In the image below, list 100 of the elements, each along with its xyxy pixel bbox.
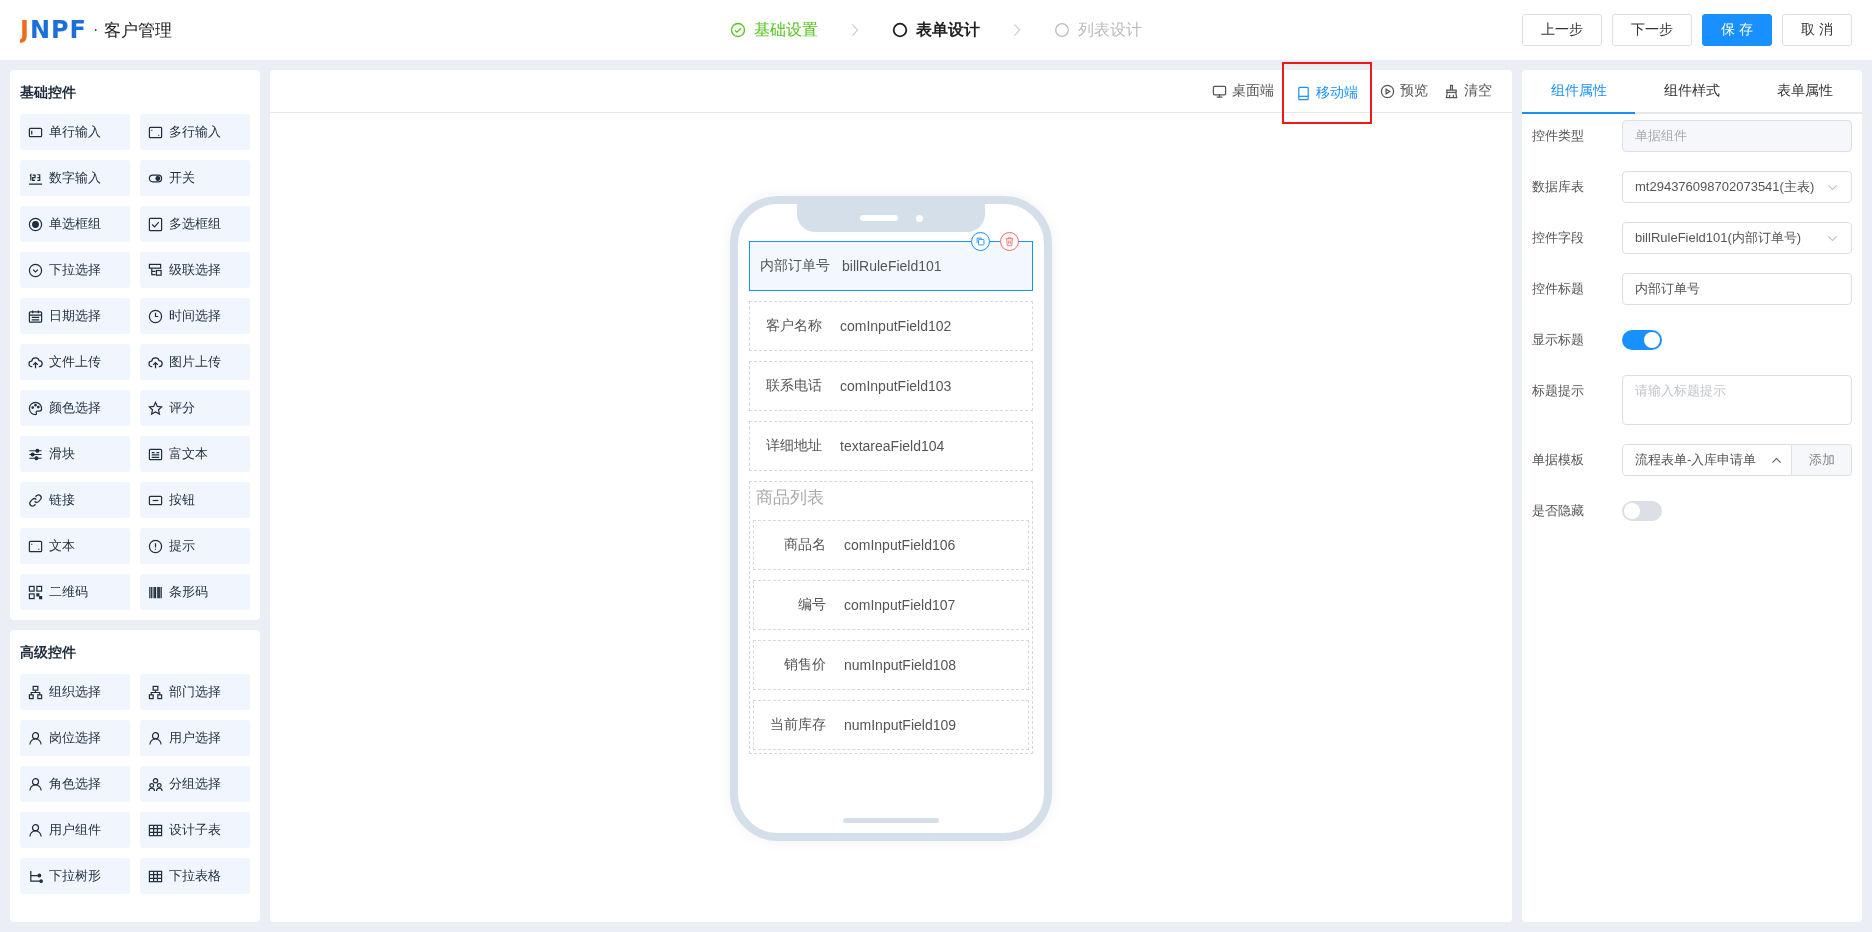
select-field[interactable]: mt294376098702073541(主表) xyxy=(1622,171,1852,203)
field-label: 显示标题 xyxy=(1532,331,1585,349)
panel-title: 高级控件 xyxy=(20,643,77,662)
select-field[interactable]: 流程表单-入库申请单 xyxy=(1622,444,1792,476)
alert-icon xyxy=(148,538,163,554)
widget-item[interactable]: 二维码 xyxy=(20,574,130,610)
broom-icon xyxy=(1444,83,1459,99)
field-name: billRuleField101 xyxy=(842,258,942,274)
palette-icon xyxy=(28,400,43,416)
barcode-icon xyxy=(148,584,163,600)
cloud-upload-icon xyxy=(148,354,163,370)
widget-item[interactable]: 条形码 xyxy=(140,574,250,610)
text-box-icon xyxy=(28,538,43,554)
link-icon xyxy=(28,492,43,508)
field-label: 是否隐藏 xyxy=(1532,502,1585,520)
toolbar-button[interactable]: 桌面端 xyxy=(1206,76,1280,106)
panel-tab[interactable]: 表单属性 xyxy=(1748,70,1862,114)
trash-icon xyxy=(1004,236,1015,247)
check-circle-icon xyxy=(730,22,746,38)
monitor-icon xyxy=(1212,83,1227,99)
header-button[interactable]: 上一步 xyxy=(1522,14,1603,46)
form-field[interactable]: 详细地址 textareaField104 xyxy=(749,421,1033,471)
calendar-icon xyxy=(28,308,43,324)
field-label: 当前库存 xyxy=(769,716,827,734)
widget-item[interactable]: 数字输入 xyxy=(20,160,130,196)
widget-item[interactable]: 级联选择 xyxy=(140,252,250,288)
widget-item[interactable]: 单选框组 xyxy=(20,206,130,242)
field-name: comInputField103 xyxy=(840,378,952,394)
field-label: 内部订单号 xyxy=(759,257,831,275)
form-field[interactable]: 销售价 numInputField108 xyxy=(753,640,1029,690)
sliders-icon xyxy=(28,446,43,462)
widget-item[interactable]: 图片上传 xyxy=(140,344,250,380)
field-name: comInputField102 xyxy=(840,318,952,334)
widget-item[interactable]: 用户组件 xyxy=(20,812,130,848)
widget-item[interactable]: 时间选择 xyxy=(140,298,250,334)
form-field[interactable]: 当前库存 numInputField109 xyxy=(753,700,1029,750)
widget-item[interactable]: 下拉选择 xyxy=(20,252,130,288)
widget-item[interactable]: 文件上传 xyxy=(20,344,130,380)
widget-item[interactable]: 下拉表格 xyxy=(140,858,250,894)
page-title: 客户管理 xyxy=(104,19,173,42)
header-button[interactable]: 下一步 xyxy=(1612,14,1693,46)
panel-tab[interactable]: 组件样式 xyxy=(1635,70,1749,114)
widget-item[interactable]: 单行输入 xyxy=(20,114,130,150)
field-label: 销售价 xyxy=(783,656,827,674)
toolbar-button[interactable]: 预览 xyxy=(1374,76,1434,106)
field-label: 标题提示 xyxy=(1532,382,1585,400)
field-label: 联系电话 xyxy=(765,377,823,395)
child-table[interactable]: 商品列表 商品名 comInputField106 编号 comInputField107 销售价 numInputField108 当前库存 numInputField109 xyxy=(749,481,1033,754)
copy-icon xyxy=(975,236,986,247)
widget-item[interactable]: 评分 xyxy=(140,390,250,426)
widget-item[interactable]: 颜色选择 xyxy=(20,390,130,426)
widget-item[interactable]: 岗位选择 xyxy=(20,720,130,756)
form-field[interactable]: 商品名 comInputField106 xyxy=(753,520,1029,570)
user-icon xyxy=(28,822,43,838)
field-name: textareaField104 xyxy=(840,438,945,454)
widget-item[interactable]: 链接 xyxy=(20,482,130,518)
widget-item[interactable]: 下拉树形 xyxy=(20,858,130,894)
field-label: 客户名称 xyxy=(765,317,823,335)
input-field[interactable]: 内部订单号 xyxy=(1622,273,1852,305)
widget-item[interactable]: 用户选择 xyxy=(140,720,250,756)
field-name: comInputField107 xyxy=(844,597,956,613)
widget-item[interactable]: 滑块 xyxy=(20,436,130,472)
step[interactable]: 表单设计 xyxy=(882,19,990,41)
field-name: comInputField106 xyxy=(844,537,956,553)
widget-item[interactable]: 多行输入 xyxy=(140,114,250,150)
table-icon xyxy=(148,822,163,838)
play-circle-icon xyxy=(1380,83,1395,99)
widget-item[interactable]: 文本 xyxy=(20,528,130,564)
widget-item[interactable]: 多选框组 xyxy=(140,206,250,242)
form-field[interactable]: 联系电话 comInputField103 xyxy=(749,361,1033,411)
widget-item[interactable]: 设计子表 xyxy=(140,812,250,848)
toolbar-button[interactable]: 清空 xyxy=(1438,76,1498,106)
toggle-switch[interactable] xyxy=(1622,501,1662,521)
field-label: 商品名 xyxy=(783,536,827,554)
form-field[interactable]: 编号 comInputField107 xyxy=(753,580,1029,630)
field-name: numInputField108 xyxy=(844,657,957,673)
field-label: 控件类型 xyxy=(1532,127,1585,145)
widget-item[interactable]: 角色选择 xyxy=(20,766,130,802)
widget-item[interactable]: 日期选择 xyxy=(20,298,130,334)
chevron-circle-icon xyxy=(28,262,43,278)
widget-item[interactable]: 分组选择 xyxy=(140,766,250,802)
add-button[interactable]: 添加 xyxy=(1792,444,1852,476)
select-field[interactable]: billRuleField101(内部订单号) xyxy=(1622,222,1852,254)
widget-item[interactable]: 富文本 xyxy=(140,436,250,472)
widget-item[interactable]: 部门选择 xyxy=(140,674,250,710)
field-label: 单据模板 xyxy=(1532,451,1585,469)
user-icon xyxy=(148,730,163,746)
form-field[interactable]: 内部订单号 billRuleField101 xyxy=(749,241,1033,291)
widget-item[interactable]: 按钮 xyxy=(140,482,250,518)
form-field[interactable]: 客户名称 comInputField102 xyxy=(749,301,1033,351)
clock-icon xyxy=(148,308,163,324)
cascade-icon xyxy=(148,262,163,278)
widget-item[interactable]: 组织选择 xyxy=(20,674,130,710)
field-name: numInputField109 xyxy=(844,717,957,733)
org-chart-icon xyxy=(148,684,163,700)
circle-icon xyxy=(1054,22,1070,38)
widget-item[interactable]: 开关 xyxy=(140,160,250,196)
header-button[interactable]: 取 消 xyxy=(1782,14,1852,46)
widget-item[interactable]: 提示 xyxy=(140,528,250,564)
toggle-switch[interactable] xyxy=(1622,330,1662,350)
